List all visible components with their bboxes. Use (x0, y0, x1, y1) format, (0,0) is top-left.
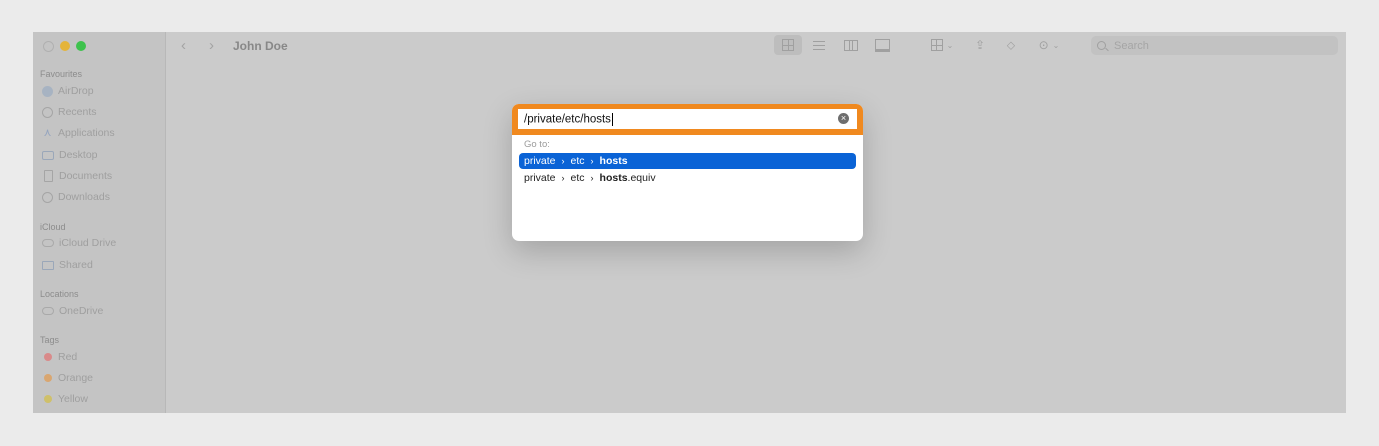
text-caret (611, 112, 613, 126)
sidebar-item-documents[interactable]: Documents (42, 168, 112, 184)
sidebar-item-label: Yellow (58, 393, 88, 405)
sidebar-item-downloads[interactable]: Downloads (42, 189, 110, 205)
group-icon (930, 39, 943, 51)
window-controls (43, 41, 86, 52)
column-view-button[interactable] (842, 38, 860, 52)
clear-icon[interactable]: × (838, 113, 849, 124)
sidebar-item-tag-orange[interactable]: Orange (42, 370, 93, 386)
share-icon: ⇪ (974, 38, 986, 52)
path-input[interactable]: /private/etc/hosts × (518, 109, 857, 129)
path-separator-icon: › (590, 173, 594, 183)
go-to-folder-dialog: /private/etc/hosts × Go to: private › et… (512, 104, 863, 241)
sidebar-item-airdrop[interactable]: AirDrop (42, 83, 94, 99)
sidebar-item-label: Shared (59, 259, 93, 271)
path-separator-icon: › (561, 173, 565, 183)
search-input[interactable] (1112, 38, 1316, 53)
sidebar-section-tags: Tags (40, 335, 60, 345)
zoom-button[interactable] (76, 41, 86, 51)
list-icon (813, 40, 825, 50)
search-field[interactable] (1091, 36, 1338, 55)
list-view-button[interactable] (810, 38, 828, 52)
sidebar-item-tag-yellow[interactable]: Yellow (42, 391, 88, 407)
suggestion-segment: private (524, 155, 556, 167)
sidebar-item-label: AirDrop (58, 85, 94, 97)
sidebar-item-onedrive[interactable]: OneDrive (42, 303, 103, 319)
sidebar-item-shared[interactable]: Shared (42, 257, 93, 273)
search-icon (1097, 41, 1106, 50)
share-button[interactable]: ⇪ (971, 38, 989, 52)
tag-yellow-dot-icon (44, 395, 52, 403)
sidebar-item-label: iCloud Drive (59, 237, 117, 249)
suggestion-segment: private (524, 172, 556, 184)
grid-icon (782, 39, 794, 51)
suggestion-row-selected[interactable]: private › etc › hosts (519, 153, 856, 169)
suggestion-match: hosts (599, 155, 628, 167)
sidebar-section-icloud: iCloud (40, 222, 66, 232)
path-separator-icon: › (590, 156, 594, 166)
gallery-view-button[interactable] (873, 38, 891, 52)
chevron-left-icon[interactable]: ‹ (181, 37, 186, 54)
download-icon (42, 191, 53, 203)
suggestion-segment: etc (570, 172, 585, 184)
tag-orange-dot-icon (44, 374, 52, 382)
close-button[interactable] (43, 41, 54, 52)
sidebar-item-label: Orange (58, 372, 94, 384)
sidebar-item-recents[interactable]: Recents (42, 104, 97, 120)
sidebar-item-icloud-drive[interactable]: iCloud Drive (42, 235, 116, 251)
tag-red-dot-icon (44, 353, 52, 361)
sidebar-item-tag-red[interactable]: Red (42, 349, 77, 365)
sidebar-item-label: Recents (58, 106, 97, 118)
airdrop-icon (42, 85, 53, 97)
sidebar: Favourites AirDrop Recents ⋏ Application… (33, 32, 166, 413)
sidebar-item-label: Red (58, 351, 78, 363)
suggestion-segment: etc (570, 155, 585, 167)
sidebar-item-label: Applications (58, 127, 115, 139)
tag-icon: ⬦ (1006, 37, 1016, 52)
sidebar-item-label: Documents (59, 170, 113, 182)
cloud-icon (42, 239, 54, 247)
columns-icon (844, 39, 858, 51)
suggestion-row[interactable]: private › etc › hosts .equiv (519, 170, 856, 186)
sidebar-section-locations: Locations (40, 289, 79, 299)
sidebar-item-applications[interactable]: ⋏ Applications (42, 125, 115, 141)
tag-button[interactable]: ⬦ (1002, 38, 1020, 52)
path-separator-icon: › (561, 156, 565, 166)
suggestion-match: hosts (599, 172, 628, 184)
gallery-icon (874, 38, 890, 52)
applications-icon: ⋏ (43, 126, 52, 139)
more-actions-button[interactable]: ⊙ ⌄ (1034, 38, 1064, 52)
sidebar-item-label: OneDrive (59, 305, 104, 317)
desktop-icon (42, 150, 54, 160)
ellipsis-circle-icon: ⊙ (1038, 38, 1049, 52)
window-title: John Doe (233, 39, 288, 53)
toolbar: ‹ › John Doe ⌄ ⇪ ⬦ ⊙ ⌄ (166, 32, 1346, 60)
chevron-down-icon: ⌄ (1052, 40, 1060, 50)
sidebar-section-favourites: Favourites (40, 69, 83, 79)
sidebar-item-label: Downloads (58, 191, 110, 203)
shared-folder-icon (42, 260, 54, 270)
sidebar-item-desktop[interactable]: Desktop (42, 147, 98, 163)
group-button[interactable]: ⌄ (928, 38, 956, 52)
cloud-icon (42, 307, 54, 315)
chevron-right-icon[interactable]: › (209, 37, 214, 54)
clock-icon (42, 106, 53, 118)
document-icon (44, 170, 53, 182)
sidebar-item-label: Desktop (59, 149, 98, 161)
path-input-value: /private/etc/hosts (524, 113, 611, 126)
go-to-label: Go to: (524, 139, 550, 150)
icon-view-button[interactable] (774, 35, 802, 55)
suggestion-suffix: .equiv (627, 172, 656, 184)
minimize-button[interactable] (60, 41, 70, 51)
chevron-down-icon: ⌄ (946, 40, 954, 50)
